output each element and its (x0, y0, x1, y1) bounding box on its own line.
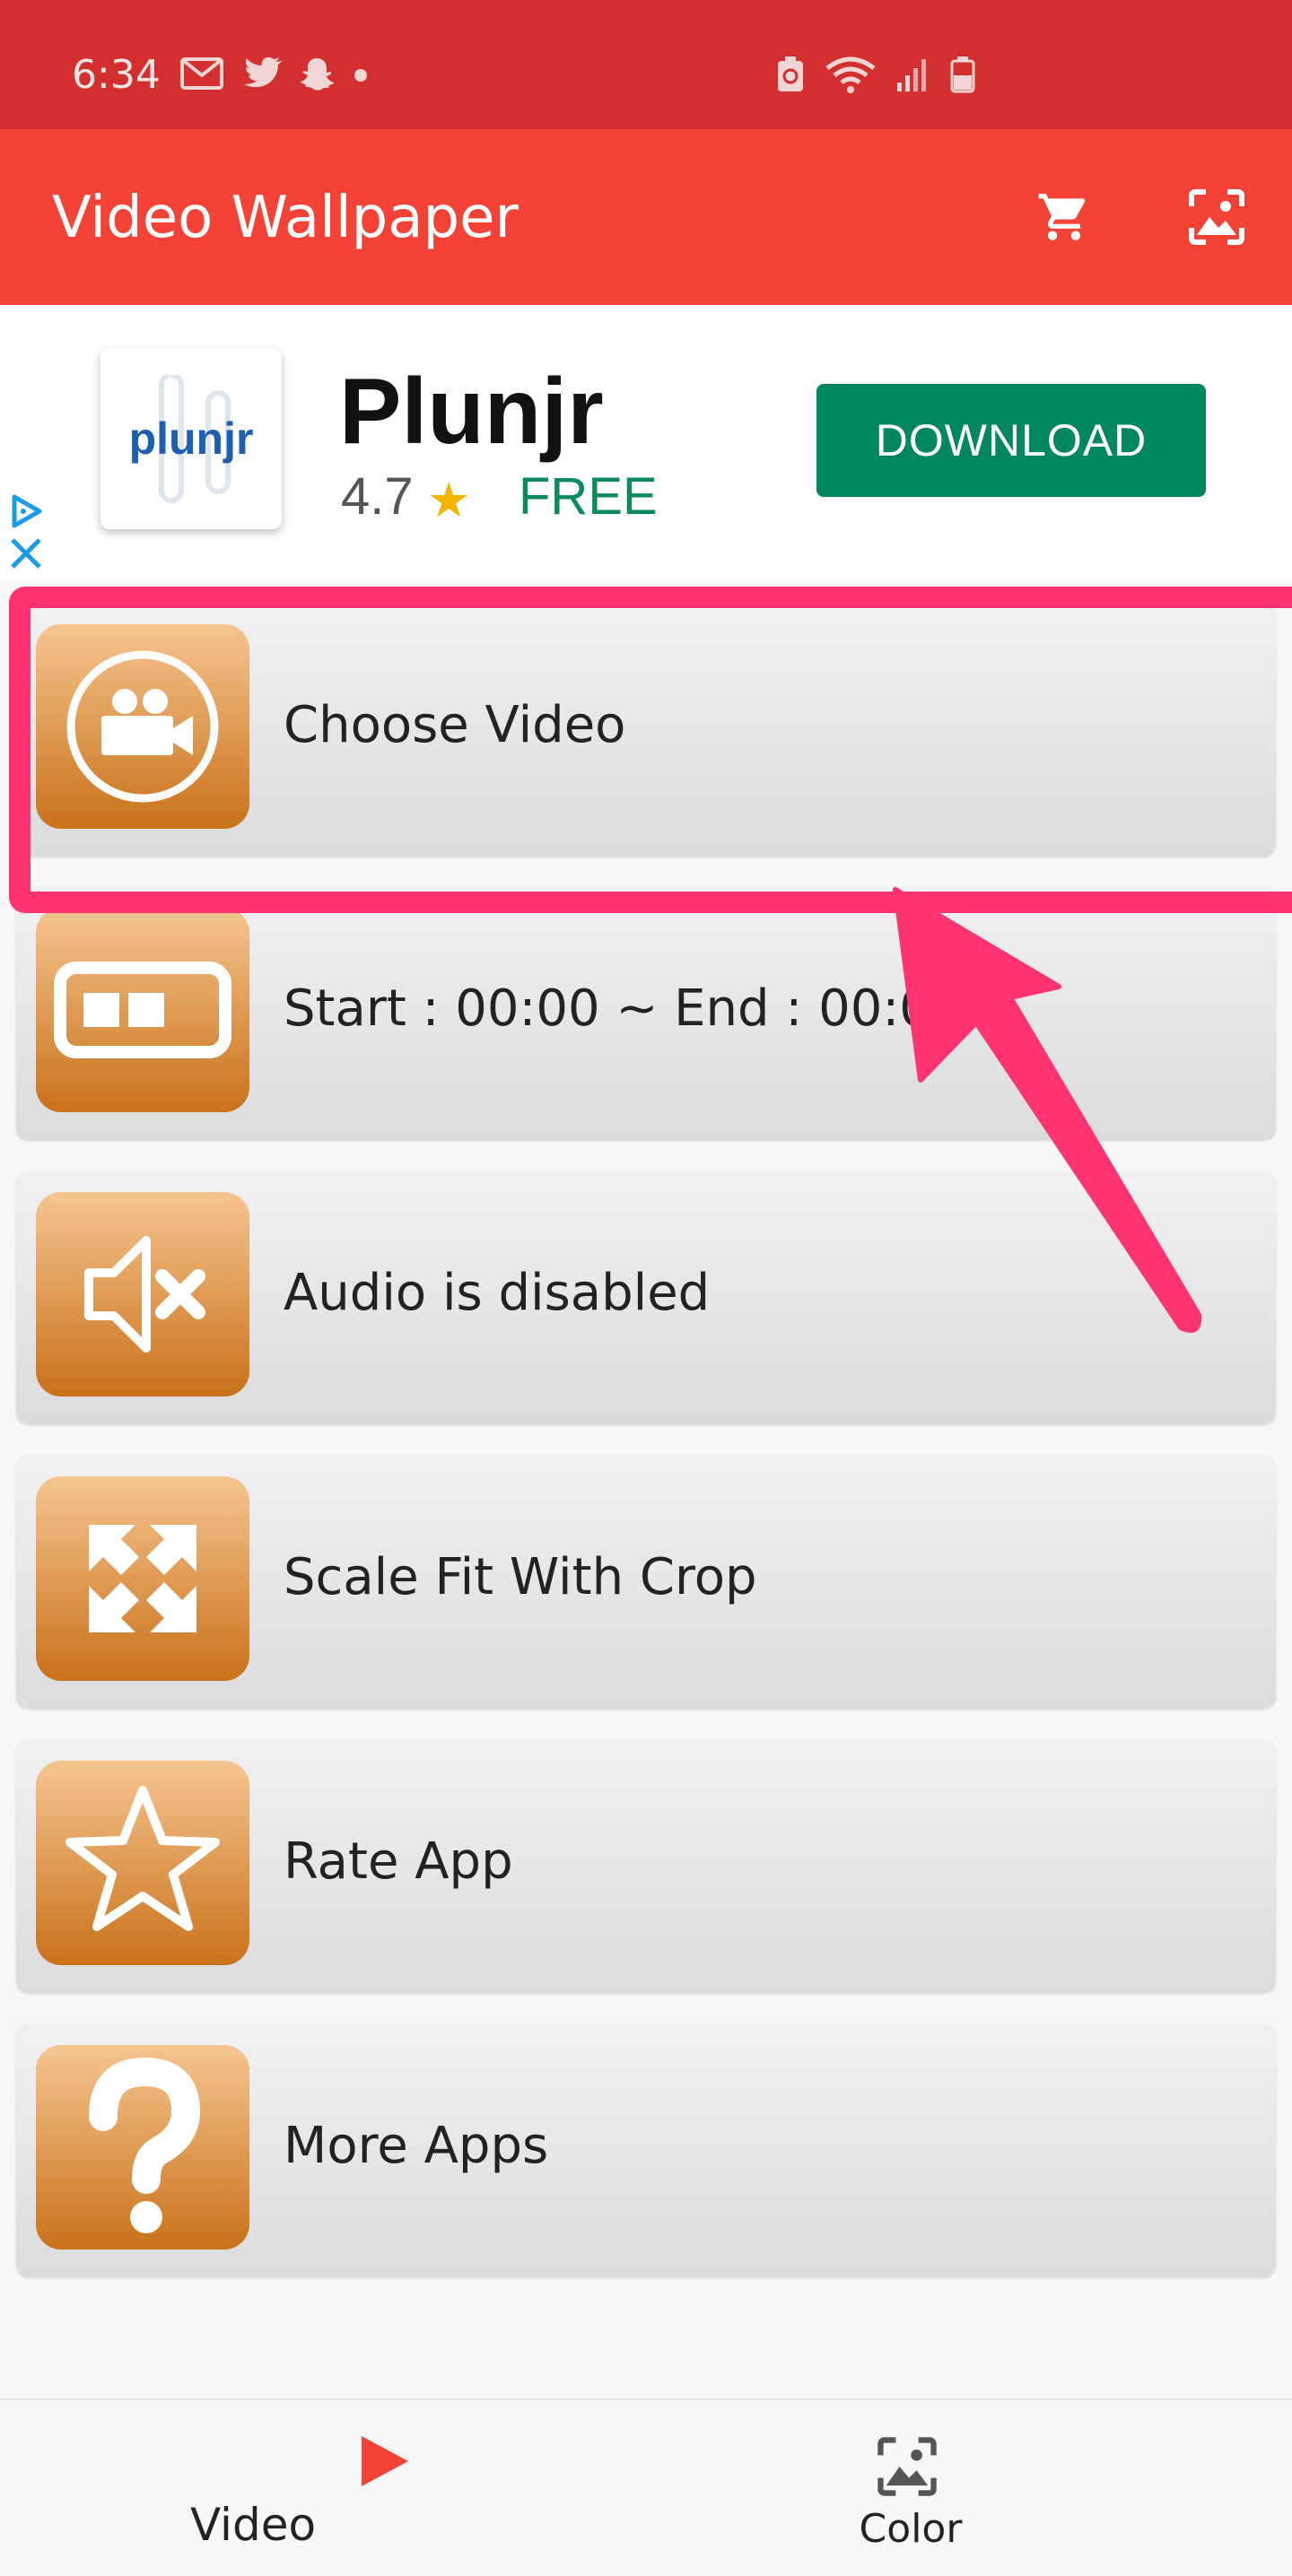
system-icons (775, 56, 976, 93)
ad-banner[interactable]: plunjr Plunjr 4.7 ★ FREE DOWNLOAD (0, 305, 1292, 579)
menu-label: Audio is disabled (284, 1264, 711, 1322)
menu-label: Start : 00:00 ~ End : 00:00 (284, 979, 964, 1038)
rating-star-icon: ★ (427, 472, 471, 528)
battery-icon (950, 57, 975, 93)
menu-item-choose-video[interactable]: Choose Video (16, 603, 1276, 856)
menu-label: Choose Video (284, 696, 626, 754)
bottom-navigation: Video Color (0, 2398, 1292, 2576)
play-icon (362, 2436, 408, 2486)
ad-logo-text: plunjr (128, 413, 254, 464)
gmail-icon (180, 57, 223, 90)
trim-range-icon (36, 908, 249, 1112)
cart-icon[interactable] (1028, 181, 1100, 253)
menu-item-trim-range[interactable]: Start : 00:00 ~ End : 00:00 (16, 886, 1276, 1139)
expand-arrows-icon (36, 1476, 249, 1681)
menu-item-scale[interactable]: Scale Fit With Crop (16, 1455, 1276, 1708)
ad-rating: 4.7 (341, 467, 414, 526)
status-time: 6:34 (72, 52, 161, 98)
menu-label: Scale Fit With Crop (284, 1548, 757, 1606)
battery-saver-icon (778, 57, 803, 91)
dot-icon (354, 69, 367, 82)
question-mark-icon (36, 2045, 249, 2250)
image-icon (877, 2437, 937, 2496)
wallpaper-icon[interactable] (1181, 181, 1253, 253)
menu-item-rate-app[interactable]: Rate App (16, 1739, 1276, 1992)
ad-close-icon[interactable] (5, 535, 47, 570)
video-camera-icon (36, 624, 249, 829)
twitter-icon (244, 57, 282, 88)
ad-price: FREE (519, 467, 658, 526)
tab-video-label: Video (189, 2499, 317, 2551)
star-icon (36, 1761, 249, 1965)
snapchat-icon (301, 58, 334, 91)
ad-app-logo[interactable]: plunjr (100, 348, 282, 529)
speaker-muted-icon (36, 1192, 249, 1397)
ad-download-button[interactable]: DOWNLOAD (816, 384, 1206, 497)
ad-choices-icon[interactable] (5, 493, 47, 531)
menu-label: More Apps (284, 2117, 549, 2175)
menu-item-more-apps[interactable]: More Apps (16, 2023, 1276, 2276)
notification-icons (179, 56, 370, 91)
signal-icon (897, 59, 926, 91)
menu-item-audio[interactable]: Audio is disabled (16, 1171, 1276, 1423)
app-bar: Video Wallpaper (0, 129, 1292, 305)
ad-title[interactable]: Plunjr (339, 359, 604, 466)
wifi-icon (825, 57, 876, 93)
app-title: Video Wallpaper (52, 185, 519, 251)
menu-label: Rate App (284, 1832, 513, 1891)
tab-color-label: Color (859, 2506, 963, 2552)
tab-color[interactable]: Color (588, 2400, 1234, 2576)
status-bar: 6:34 (0, 0, 1292, 129)
ad-choices[interactable] (5, 493, 47, 574)
